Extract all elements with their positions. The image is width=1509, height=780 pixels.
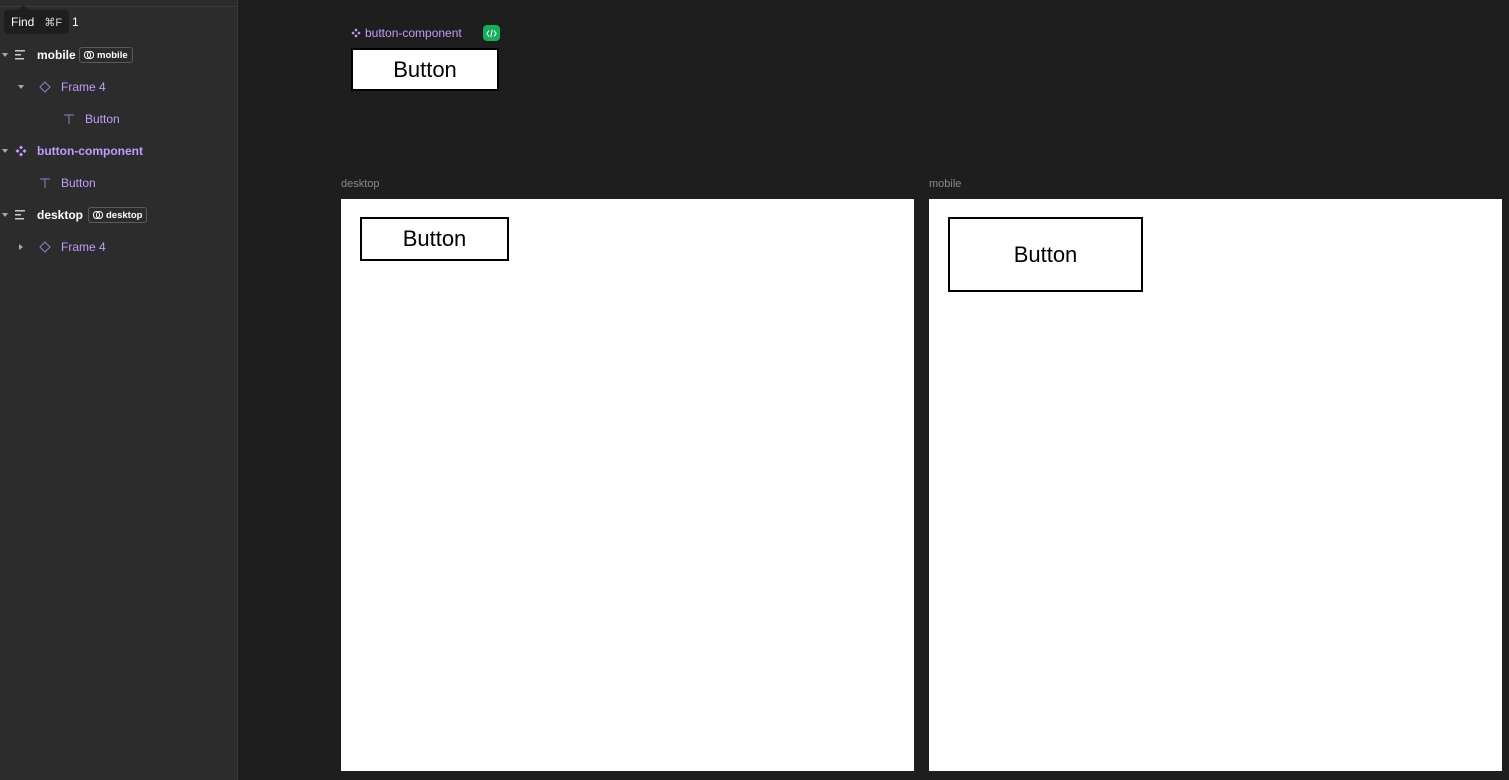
layer-row-frame[interactable]: Frame 4	[0, 71, 238, 103]
caret-down-icon[interactable]	[0, 146, 10, 156]
text-icon	[38, 176, 52, 190]
find-tooltip: Find ⌘F	[4, 5, 70, 34]
layer-name: Frame 4	[61, 80, 106, 94]
instance-diamond-icon	[38, 80, 52, 94]
frame-label-desktop[interactable]: desktop	[341, 178, 380, 190]
mode-tag-label: mobile	[97, 49, 128, 61]
layers-panel: Find ⌘F 1 mobile mobile Frame 4 Button b…	[0, 0, 238, 780]
mode-tag-label: desktop	[106, 209, 143, 221]
link-mode-icon	[84, 51, 94, 59]
caret-down-icon[interactable]	[16, 82, 26, 92]
layer-row-desktop[interactable]: desktop desktop	[0, 199, 238, 231]
caret-down-icon[interactable]	[0, 50, 10, 60]
component-label-text: button-component	[365, 26, 462, 40]
frame-stack-icon	[14, 48, 28, 62]
component-button[interactable]: Button	[351, 48, 499, 91]
caret-right-icon[interactable]	[16, 242, 26, 252]
layer-row-text[interactable]: Button	[0, 103, 238, 135]
layer-row-text[interactable]: Button	[0, 167, 238, 199]
mobile-button[interactable]: Button	[948, 217, 1143, 292]
desktop-frame[interactable]: Button	[341, 199, 914, 771]
component-label[interactable]: button-component	[351, 26, 462, 40]
component-icon	[14, 144, 28, 158]
layer-name: Button	[85, 112, 120, 126]
link-mode-icon	[93, 211, 103, 219]
layer-name: button-component	[37, 144, 143, 158]
text-icon	[62, 112, 76, 126]
layer-name: desktop	[37, 208, 84, 222]
layer-row-mobile[interactable]: mobile mobile	[0, 39, 238, 71]
desktop-button[interactable]: Button	[360, 217, 509, 261]
layer-name: Frame 4	[61, 240, 106, 254]
tooltip-shortcut: ⌘F	[44, 16, 63, 29]
layer-row-component[interactable]: button-component	[0, 135, 238, 167]
mode-tag[interactable]: desktop	[88, 207, 148, 223]
layer-row-frame[interactable]: Frame 4	[0, 231, 238, 263]
instance-diamond-icon	[38, 240, 52, 254]
frame-label-mobile[interactable]: mobile	[929, 178, 961, 190]
mode-tag[interactable]: mobile	[79, 47, 133, 63]
tooltip-tail-text: 1	[72, 15, 79, 29]
layer-name: Button	[61, 176, 96, 190]
layer-name: mobile	[37, 48, 76, 62]
frame-stack-icon	[14, 208, 28, 222]
panel-divider	[0, 6, 238, 7]
mobile-frame[interactable]: Button	[929, 199, 1502, 771]
component-icon	[351, 28, 361, 38]
tooltip-label: Find	[11, 15, 35, 29]
code-icon[interactable]	[483, 25, 500, 41]
caret-down-icon[interactable]	[0, 210, 10, 220]
